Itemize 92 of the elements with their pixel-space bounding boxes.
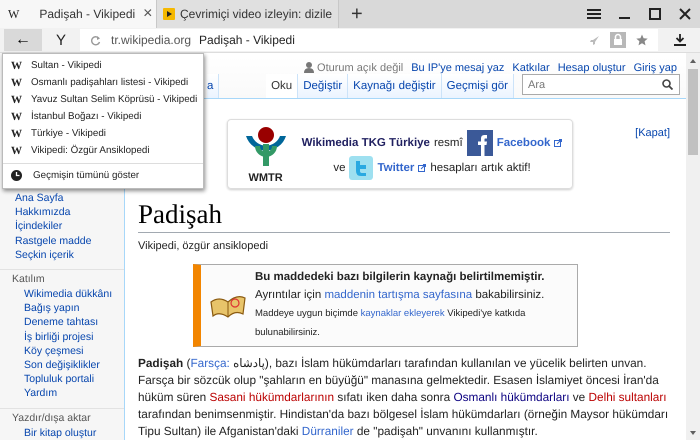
download-icon[interactable] [674, 34, 686, 46]
history-item-label: Türkiye - Vikipedi [31, 128, 106, 139]
sidebar-link[interactable]: Son değişiklikler [12, 358, 124, 372]
page-tab[interactable]: a [207, 74, 219, 98]
user-link[interactable]: Katkılar [512, 62, 550, 74]
history-item-label: Yavuz Sultan Selim Köprüsü - Vikipedi [31, 94, 198, 105]
close-tab-button[interactable]: × [143, 5, 153, 23]
history-item[interactable]: W Türkiye - Vikipedi [3, 125, 203, 142]
history-item-label: Sultan - Vikipedi [31, 60, 102, 71]
back-button[interactable]: ← [4, 29, 42, 51]
banner-text: hesapları artık aktif! [430, 162, 531, 174]
history-item[interactable]: W İstanbul Boğazı - Vikipedi [3, 108, 203, 125]
browser-tab[interactable]: Çevrimiçi video izleyin: dizile [157, 0, 340, 28]
maximize-icon[interactable] [649, 8, 661, 20]
history-item-label: Vikipedi: Özgür Ansiklopedi [31, 145, 150, 156]
page-heading: Padişah [138, 197, 670, 233]
banner-text: resmî [434, 137, 463, 149]
facebook-link[interactable]: Facebook [496, 137, 550, 149]
page-tab[interactable]: Geçmişi gör [442, 74, 514, 98]
sidebar-link[interactable]: Rastgele madde [12, 234, 124, 248]
history-item[interactable]: W Vikipedi: Özgür Ansiklopedi [3, 142, 203, 159]
external-link-icon[interactable] [418, 164, 426, 172]
user-link[interactable]: Hesap oluştur [558, 62, 626, 74]
search-icon[interactable] [662, 79, 673, 90]
sidebar-link[interactable]: Bağış yapın [12, 301, 124, 316]
search-field[interactable]: Ara [522, 74, 680, 95]
close-icon[interactable] [679, 8, 691, 20]
notice-text: Bu maddedeki bazı bilgilerin kaynağı belirtilmemiştir. Ayrıntılar için maddenin tartışma sayfasına bakabilirsiniz. Maddeye uygun biçimde kaynaklar ekleyerek Vikipedi'ye katkıda bulunabilirsiniz. [255, 270, 546, 340]
banner-text: ve [333, 162, 346, 174]
new-tab-button[interactable]: + [339, 0, 375, 28]
facebook-icon[interactable] [466, 130, 493, 156]
page-tab[interactable]: Değiştir [298, 74, 348, 98]
star-icon[interactable] [636, 34, 648, 46]
sidebar-link[interactable]: Deneme tahtası [12, 315, 124, 330]
play-icon[interactable] [163, 8, 175, 20]
link[interactable]: Farsça: [190, 356, 230, 370]
history-item[interactable]: W Sultan - Vikipedi [3, 57, 203, 74]
sidebar-link[interactable]: Topluluk portali [12, 372, 124, 386]
user-icon[interactable] [304, 62, 314, 73]
sidebar-link[interactable]: Hakkımızda [12, 205, 124, 220]
favicon: W [11, 110, 22, 122]
twitter-link[interactable]: Twitter [377, 162, 414, 174]
menu-icon[interactable] [587, 8, 601, 20]
page-tab[interactable]: Oku [266, 74, 298, 98]
page-tab[interactable]: Kaynağı değiştir [348, 74, 442, 98]
reload-icon[interactable] [90, 34, 101, 46]
favicon: W [11, 76, 22, 88]
missing-page-link[interactable]: Delhi sultanları [588, 390, 667, 404]
sidebar-link[interactable]: Ana Sayfa [12, 191, 124, 206]
sidebar-heading: Yazdır/dışa aktar [12, 410, 92, 425]
browser-logo[interactable]: Y [42, 32, 80, 48]
favicon: W [8, 6, 20, 22]
sidebar-heading: Katılım [12, 272, 46, 286]
url-domain: tr.wikipedia.org [111, 33, 192, 47]
history-item-label: Geçmişin tümünü göster [33, 170, 140, 181]
favicon: W [11, 94, 22, 106]
sidebar-link[interactable]: Bir kitap oluştur [12, 426, 124, 440]
visited-link[interactable]: Osmanlı hükümdarları [453, 390, 570, 404]
scrollbar[interactable] [686, 53, 700, 440]
sidebar-link[interactable]: Köy çeşmesi [12, 344, 124, 358]
history-item-label: Osmanlı padişahları listesi - Vikipedi [31, 77, 188, 88]
user-link[interactable]: Bu IP'ye mesaj yaz [411, 62, 504, 74]
user-link[interactable]: Giriş yap [634, 62, 677, 74]
tab-title: Çevrimiçi video izleyin: dizile [180, 7, 332, 21]
address-bar[interactable]: tr.wikipedia.org Padişah - Vikipedi [80, 29, 658, 51]
tagline: Vikipedi, özgür ansiklopedi [138, 240, 270, 252]
sidebar-link[interactable]: Yardım [12, 386, 124, 401]
page-title: Padişah - Vikipedi [199, 33, 295, 47]
history-item-label: İstanbul Boğazı - Vikipedi [31, 111, 142, 122]
login-status: Oturum açık değil [317, 62, 404, 74]
bird-icon[interactable] [349, 156, 374, 180]
organization-name: Wikimedia TKG Türkiye [302, 137, 430, 149]
sidebar-link[interactable]: İçindekiler [12, 219, 124, 234]
link[interactable]: kaynaklar ekleyerek [360, 308, 445, 319]
external-link-icon[interactable] [554, 139, 562, 147]
history-item[interactable]: W Osmanlı padişahları listesi - Vikipedi [3, 74, 203, 91]
close-banner-link[interactable]: [Kapat] [635, 127, 670, 139]
link[interactable]: maddenin tartışma sayfasına [324, 289, 472, 301]
sidebar-link[interactable]: Wikimedia dükkânı [12, 287, 124, 302]
clock-icon [11, 170, 22, 181]
show-history-item[interactable]: Geçmişin tümünü göster [3, 167, 203, 184]
tab-title: Padişah - Vikipedi [39, 7, 136, 21]
browser-tab[interactable]: W Padişah - Vikipedi × [0, 0, 157, 28]
link[interactable]: Dürraniler [302, 424, 354, 438]
favicon: W [11, 144, 22, 156]
favicon: W [11, 60, 22, 72]
missing-page-link[interactable]: Sasani hükümdarlarının [209, 390, 334, 404]
sidebar-link[interactable]: Seçkin içerik [12, 248, 124, 262]
history-item[interactable]: W Yavuz Sultan Selim Köprüsü - Vikipedi [3, 91, 203, 108]
sidebar-link[interactable]: İş birliği projesi [12, 330, 124, 344]
favicon: W [11, 128, 22, 140]
logo-caption: WMTR [248, 172, 283, 184]
